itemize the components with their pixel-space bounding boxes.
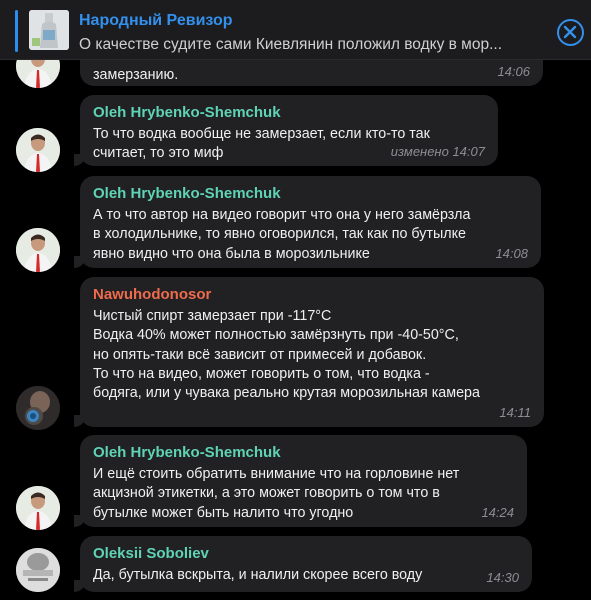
message-time: 14:30: [486, 570, 519, 585]
message-text: Чистый спирт замерзает при -117°C Водка …: [93, 308, 480, 402]
message-time: 14:11: [499, 405, 531, 420]
message-bubble[interactable]: Oleh Hrybenko-Shemchuk А то что автор на…: [74, 176, 541, 268]
bubble-tail: [74, 154, 86, 166]
pinned-channel-title[interactable]: Народный Ревизор: [79, 12, 233, 30]
bubble-tail: [74, 256, 86, 268]
message-time: 14:07: [452, 144, 485, 159]
message-sender[interactable]: Oleksii Soboliev: [93, 544, 519, 564]
message-text: Да, бутылка вскрыта, и налили скорее все…: [93, 567, 423, 583]
close-icon[interactable]: [557, 19, 584, 46]
message-text: замерзанию.: [93, 67, 179, 83]
message-time: 14:24: [481, 505, 514, 520]
message-sender[interactable]: Nawuhodonosor: [93, 285, 531, 305]
pinned-message-preview[interactable]: О качестве судите сами Киевлянин положил…: [79, 36, 555, 54]
bubble-tail: [74, 580, 86, 592]
avatar[interactable]: [16, 548, 60, 592]
pinned-indicator-bar: [15, 10, 18, 52]
pinned-message-bar[interactable]: Народный Ревизор О качестве судите сами …: [0, 0, 591, 60]
bubble-tail: [74, 515, 86, 527]
message-sender[interactable]: Oleh Hrybenko-Shemchuk: [93, 103, 485, 123]
message-sender[interactable]: Oleh Hrybenko-Shemchuk: [93, 443, 514, 463]
avatar[interactable]: [16, 486, 60, 530]
message-text: И ещё стоить обратить внимание что на го…: [93, 466, 460, 521]
message-bubble[interactable]: Oleh Hrybenko-Shemchuk То что водка вооб…: [74, 95, 498, 166]
avatar[interactable]: [16, 386, 60, 430]
message-bubble[interactable]: Oleh Hrybenko-Shemchuk И ещё стоить обра…: [74, 435, 527, 527]
message-text: А то что автор на видео говорит что она …: [93, 207, 471, 262]
message-meta: изменено 14:07: [391, 144, 485, 159]
message-bubble[interactable]: Oleksii Soboliev Да, бутылка вскрыта, и …: [74, 536, 532, 592]
message-sender[interactable]: Oleh Hrybenko-Shemchuk: [93, 184, 528, 204]
bottle-photo-thumbnail[interactable]: [29, 10, 69, 50]
edited-label: изменено: [390, 144, 449, 159]
avatar[interactable]: [16, 128, 60, 172]
message-time: 14:08: [495, 246, 528, 261]
bubble-tail: [74, 415, 86, 427]
message-bubble[interactable]: Nawuhodonosor Чистый спирт замерзает при…: [74, 277, 544, 427]
avatar[interactable]: [16, 228, 60, 272]
message-time: 14:06: [497, 64, 530, 79]
